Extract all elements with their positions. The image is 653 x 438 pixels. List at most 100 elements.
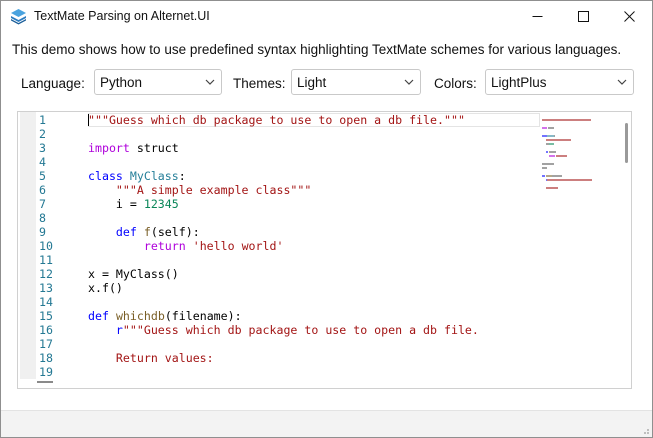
chevron-down-icon (617, 79, 627, 85)
code-token: 12345 (143, 197, 179, 211)
line-number: 7 (39, 197, 46, 211)
code-line: import struct (88, 141, 540, 155)
editor-gutter (20, 112, 36, 379)
line-number: 15 (39, 309, 53, 323)
minimap[interactable] (540, 113, 620, 377)
line-number: 16 (39, 323, 53, 337)
line-number: 10 (39, 239, 53, 253)
text-caret (88, 114, 89, 126)
line-number: 6 (39, 183, 46, 197)
code-token: struct (129, 141, 179, 155)
vertical-scrollbar[interactable] (623, 113, 631, 377)
minimap-line (542, 119, 591, 121)
main-panel: This demo shows how to use predefined sy… (1, 32, 652, 437)
line-number: 17 (39, 337, 53, 351)
colors-combobox[interactable]: LightPlus (485, 69, 634, 95)
code-line: """Guess which db package to use to open… (88, 113, 540, 127)
minimap-line (548, 127, 554, 129)
maximize-button[interactable] (560, 1, 606, 32)
maximize-icon (577, 11, 589, 22)
code-editor[interactable]: 1 2 3 4 5 6 7 8 9 10 11 12 13 14 15 16 17 18 19 """Guess w… (17, 111, 632, 389)
code-area[interactable]: """Guess which db package to use to open… (88, 113, 540, 377)
code-line: i = 12345 (88, 197, 540, 211)
window-title: TextMate Parsing on Alternet.UI (34, 9, 210, 23)
minimap-line (555, 155, 568, 157)
minimize-icon (532, 16, 542, 17)
line-number: 14 (39, 295, 53, 309)
vertical-scroll-thumb[interactable] (625, 123, 628, 163)
close-icon (623, 11, 635, 22)
code-token: r (115, 323, 123, 337)
line-number: 18 (39, 351, 53, 365)
horizontal-scrollbar[interactable] (19, 377, 622, 388)
app-window: TextMate Parsing on Alternet.UI This dem… (0, 0, 653, 438)
code-token: x = MyClass() (88, 267, 179, 281)
minimap-line (545, 139, 571, 141)
themes-label: Themes: (233, 76, 286, 91)
code-line: x.f() (88, 281, 540, 295)
code-token: x.f() (88, 281, 123, 295)
minimap-line (542, 127, 548, 129)
title-bar[interactable]: TextMate Parsing on Alternet.UI (1, 1, 652, 32)
code-token: """A simple example class""" (115, 183, 312, 197)
code-line: r"""Guess which db package to use to ope… (88, 323, 540, 337)
line-number: 8 (39, 211, 46, 225)
minimap-line (545, 187, 559, 189)
colors-value: LightPlus (491, 75, 547, 90)
code-token: class (88, 169, 123, 183)
minimap-line (549, 155, 555, 157)
code-token: whichdb (115, 309, 165, 323)
code-token: Return values: (88, 351, 214, 365)
colors-label: Colors: (434, 76, 477, 91)
close-button[interactable] (606, 1, 652, 32)
code-line: return 'hello world' (88, 239, 540, 253)
code-token: MyClass (129, 169, 179, 183)
language-combobox[interactable]: Python (94, 69, 222, 95)
line-number: 3 (39, 141, 46, 155)
chevron-down-icon (404, 79, 414, 85)
code-token: : (178, 169, 186, 183)
minimap-line (542, 167, 547, 169)
code-line: def whichdb(filename): (88, 309, 540, 323)
code-line: x = MyClass() (88, 267, 540, 281)
minimap-line (542, 163, 554, 165)
minimap-line (542, 175, 545, 177)
horizontal-scroll-thumb[interactable] (37, 381, 53, 383)
code-token: import (88, 141, 130, 155)
line-number: 13 (39, 281, 53, 295)
code-token: (filename): (164, 309, 242, 323)
code-token: """Guess which db package to use to open… (88, 113, 465, 127)
line-number: 2 (39, 127, 46, 141)
minimap-line (553, 135, 555, 137)
minimize-button[interactable] (514, 1, 560, 32)
app-icon (11, 9, 26, 25)
line-number: 11 (39, 253, 53, 267)
minimap-line (545, 151, 549, 153)
line-numbers: 1 2 3 4 5 6 7 8 9 10 11 12 13 14 15 16 17 18 19 (39, 113, 89, 379)
code-token: f (143, 225, 151, 239)
status-bar (1, 410, 652, 437)
description-text: This demo shows how to use predefined sy… (12, 42, 622, 57)
minimap-line (550, 151, 557, 153)
code-token: """Guess which db package to use to open… (122, 323, 479, 337)
line-number: 9 (39, 225, 46, 239)
resize-grip-icon[interactable] (640, 425, 650, 435)
minimap-line (542, 135, 547, 137)
code-token: def (88, 309, 109, 323)
code-token: (self): (150, 225, 200, 239)
code-token: def (115, 225, 137, 239)
themes-combobox[interactable]: Light (291, 69, 421, 95)
themes-value: Light (297, 75, 327, 90)
minimap-line (546, 179, 593, 181)
code-line: Return values: (88, 351, 540, 365)
code-line: """A simple example class""" (88, 183, 540, 197)
